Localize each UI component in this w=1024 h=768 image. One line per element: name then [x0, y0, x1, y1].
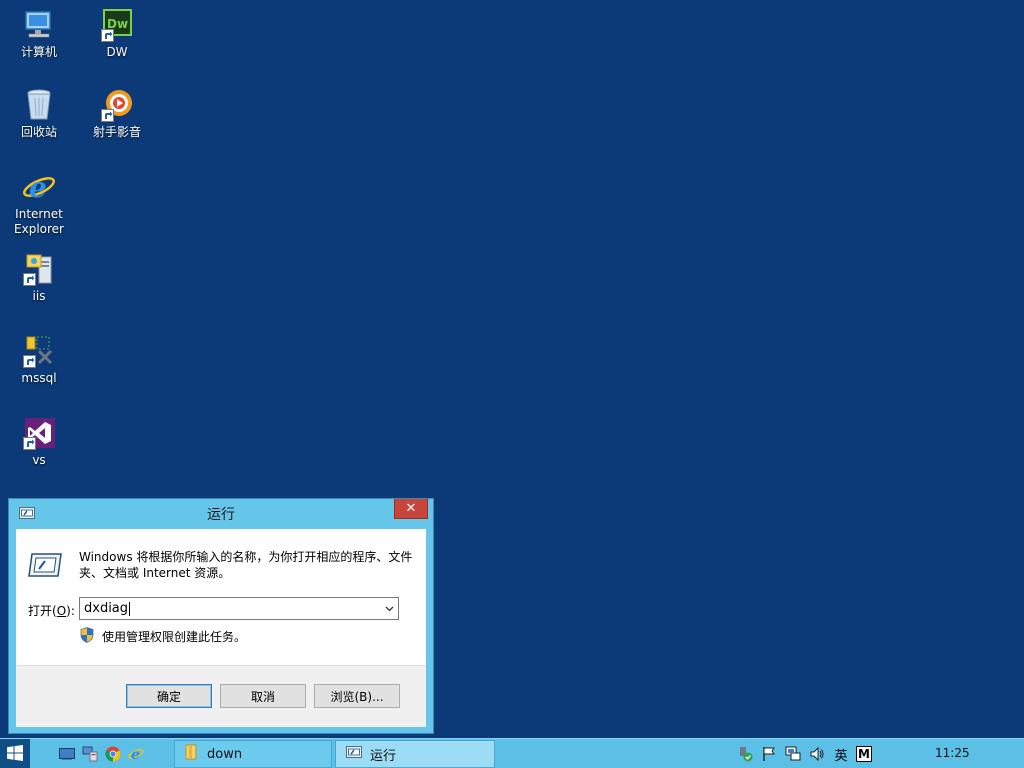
- browse-button[interactable]: 浏览(B)...: [314, 684, 400, 708]
- desktop-icon-label: DW: [106, 45, 128, 59]
- folder-icon: [185, 744, 199, 764]
- taskbar: e down 运行 英 M 11:25: [0, 738, 1024, 768]
- dreamweaver-icon: Dw: [100, 8, 134, 42]
- desktop-icon-vs[interactable]: vs: [2, 416, 76, 468]
- show-desktop-icon[interactable]: [58, 745, 75, 762]
- network-icon[interactable]: [784, 745, 802, 763]
- desktop-icon-recycle-bin[interactable]: 回收站: [2, 88, 76, 140]
- open-input-value: dxdiag: [84, 601, 129, 616]
- safely-remove-hardware-icon[interactable]: [736, 745, 754, 763]
- internet-explorer-icon: e: [22, 170, 56, 204]
- computer-icon: [22, 8, 56, 42]
- desktop-icon-computer[interactable]: 计算机: [2, 8, 76, 60]
- text-caret: [129, 601, 131, 616]
- run-dialog-body: Windows 将根据你所输入的名称，为你打开相应的程序、文件夹、文档或 Int…: [16, 529, 426, 727]
- open-input[interactable]: dxdiag: [80, 601, 380, 616]
- open-label-prefix: 打开(: [28, 604, 57, 618]
- chevron-down-icon[interactable]: [380, 606, 398, 612]
- shortcut-arrow-icon: [101, 29, 114, 42]
- taskbar-button-down[interactable]: down: [174, 740, 332, 768]
- svg-text:e: e: [29, 171, 47, 204]
- shortcut-arrow-icon: [23, 273, 36, 286]
- desktop-icon-label: vs: [32, 453, 46, 467]
- visual-studio-icon: [22, 416, 56, 450]
- volume-icon[interactable]: [808, 745, 826, 763]
- taskbar-clock[interactable]: 11:25: [935, 746, 970, 760]
- desktop-icon-label: 回收站: [20, 125, 57, 139]
- system-tray: 英 M: [736, 745, 872, 764]
- desktop-icon-internet-explorer[interactable]: e Internet Explorer: [2, 170, 76, 237]
- server-manager-icon[interactable]: [81, 745, 98, 762]
- uac-shield-icon: [80, 627, 94, 646]
- desktop-icon-shooter-player[interactable]: 射手影音: [80, 88, 154, 140]
- desktop-icon-label: 射手影音: [92, 125, 141, 139]
- ok-button[interactable]: 确定: [126, 684, 212, 708]
- chrome-icon[interactable]: [104, 745, 121, 762]
- desktop-icon-label: mssql: [21, 371, 57, 385]
- admin-note-text: 使用管理权限创建此任务。: [102, 630, 247, 644]
- cancel-button[interactable]: 取消: [220, 684, 306, 708]
- run-icon: [19, 507, 35, 522]
- run-dialog-titlebar[interactable]: 运行 ✕: [9, 499, 433, 529]
- mssql-icon: [22, 334, 56, 368]
- run-dialog-title: 运行: [207, 507, 235, 523]
- recycle-bin-icon: [22, 88, 56, 122]
- ime-mode-indicator[interactable]: M: [856, 746, 872, 762]
- desktop-icon-mssql[interactable]: mssql: [2, 334, 76, 386]
- run-description: Windows 将根据你所输入的名称，为你打开相应的程序、文件夹、文档或 Int…: [79, 550, 413, 580]
- desktop-icon-label: Internet Explorer: [14, 207, 64, 236]
- run-program-icon: [28, 553, 62, 580]
- taskbar-button-label: 运行: [370, 748, 397, 764]
- iis-icon: [22, 252, 56, 286]
- run-dialog: 运行 ✕ Windows 将根据你所输入的名称，为你打开相应的程序、文件夹、文档…: [8, 498, 434, 734]
- open-label-suffix: ):: [66, 604, 75, 618]
- open-label-accesskey: O: [56, 604, 67, 618]
- run-icon: [346, 746, 362, 762]
- action-center-flag-icon[interactable]: [760, 745, 778, 763]
- internet-explorer-icon[interactable]: e: [127, 745, 144, 762]
- taskbar-button-run[interactable]: 运行: [335, 740, 495, 768]
- shortcut-arrow-icon: [23, 355, 36, 368]
- open-combobox[interactable]: dxdiag: [79, 597, 399, 620]
- shortcut-arrow-icon: [23, 437, 36, 450]
- start-button[interactable]: [0, 739, 30, 768]
- windows-logo-icon: [7, 744, 23, 764]
- desktop-icon-label: iis: [32, 289, 46, 303]
- open-label: 打开(O):: [28, 602, 75, 619]
- svg-text:e: e: [131, 747, 140, 762]
- close-button[interactable]: ✕: [394, 499, 428, 519]
- quick-launch: e: [58, 745, 144, 762]
- close-icon: ✕: [405, 501, 417, 516]
- desktop-icon-iis[interactable]: iis: [2, 252, 76, 304]
- ime-language-indicator[interactable]: 英: [832, 745, 850, 764]
- taskbar-button-label: down: [207, 746, 243, 762]
- shooter-player-icon: [100, 88, 134, 122]
- shortcut-arrow-icon: [101, 109, 114, 122]
- desktop-icon-dw[interactable]: Dw DW: [80, 8, 154, 60]
- desktop-icon-label: 计算机: [20, 45, 57, 59]
- admin-privilege-note: 使用管理权限创建此任务。: [80, 627, 246, 646]
